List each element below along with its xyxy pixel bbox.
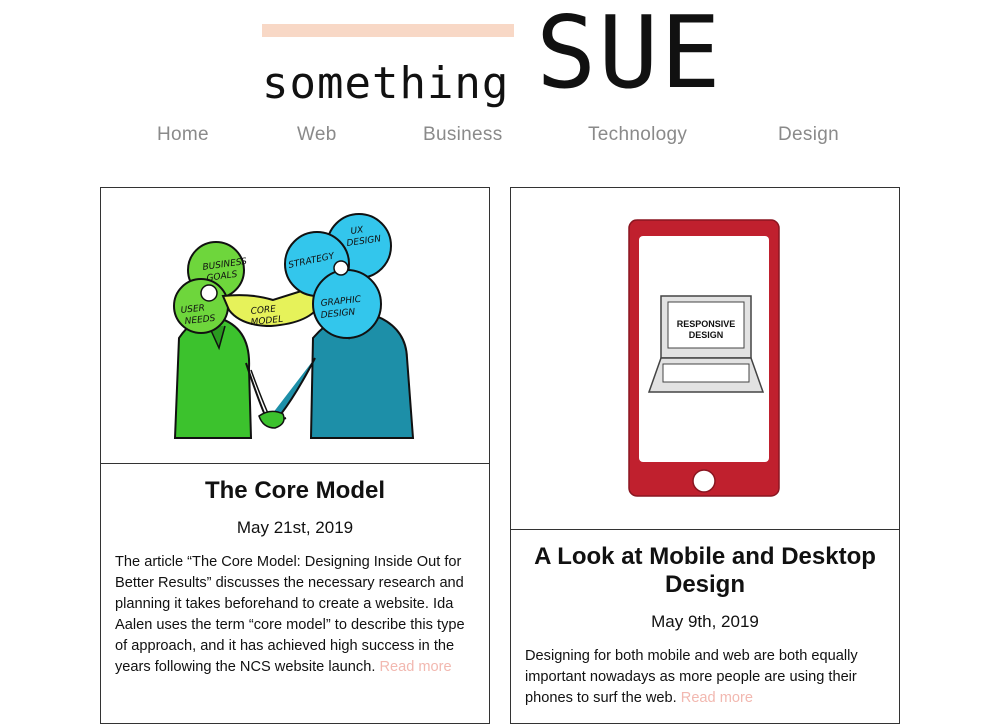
core-model-illustration: BUSINESS GOALS USER NEEDS CORE MODEL STR… (173, 213, 415, 439)
logo-accent-bar (262, 24, 514, 37)
post-excerpt-text: The article “The Core Model: Designing I… (115, 554, 465, 675)
post-card-core-model: BUSINESS GOALS USER NEEDS CORE MODEL STR… (100, 187, 490, 724)
phone-illustration: RESPONSIVE DESIGN (628, 219, 780, 497)
post-title[interactable]: A Look at Mobile and Desktop Design (511, 543, 899, 599)
main-nav: Home Web Business Technology Design (0, 124, 1000, 150)
nav-item-web[interactable]: Web (297, 124, 337, 146)
read-more-link[interactable]: Read more (379, 659, 451, 675)
read-more-link[interactable]: Read more (681, 690, 753, 706)
nav-item-design[interactable]: Design (778, 124, 839, 146)
nav-item-business[interactable]: Business (423, 124, 503, 146)
label-design: DESIGN (689, 330, 724, 340)
logo-small-text: something (262, 58, 510, 109)
post-excerpt: Designing for both mobile and web are bo… (525, 646, 887, 709)
nav-item-technology[interactable]: Technology (588, 124, 687, 146)
label-ux: UX (350, 225, 365, 237)
post-title[interactable]: The Core Model (101, 477, 489, 505)
post-date: May 9th, 2019 (651, 612, 759, 631)
post-image-core-model[interactable]: BUSINESS GOALS USER NEEDS CORE MODEL STR… (101, 188, 489, 464)
site-logo[interactable]: something SUE (262, 0, 742, 118)
nav-item-home[interactable]: Home (157, 124, 209, 146)
post-date: May 21st, 2019 (236, 518, 354, 537)
label-responsive: RESPONSIVE (677, 319, 736, 329)
phone-home-button-icon (692, 469, 716, 493)
post-card-mobile-desktop: RESPONSIVE DESIGN A Look at Mobile and D… (510, 187, 900, 724)
post-excerpt: The article “The Core Model: Designing I… (115, 552, 477, 678)
post-image-mobile-desktop[interactable]: RESPONSIVE DESIGN (511, 188, 899, 530)
logo-big-text: SUE (536, 0, 723, 111)
